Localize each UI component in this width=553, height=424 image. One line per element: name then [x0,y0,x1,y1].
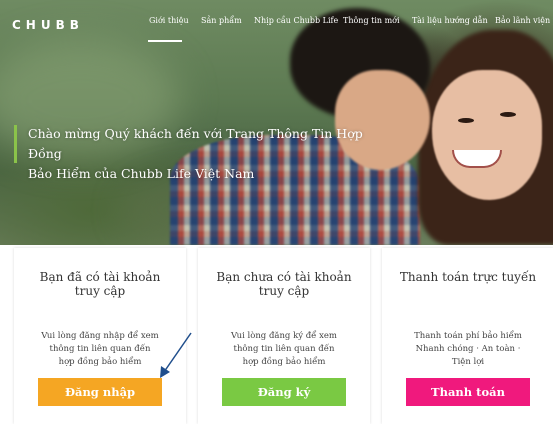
arrow-pointer-icon [160,332,192,378]
